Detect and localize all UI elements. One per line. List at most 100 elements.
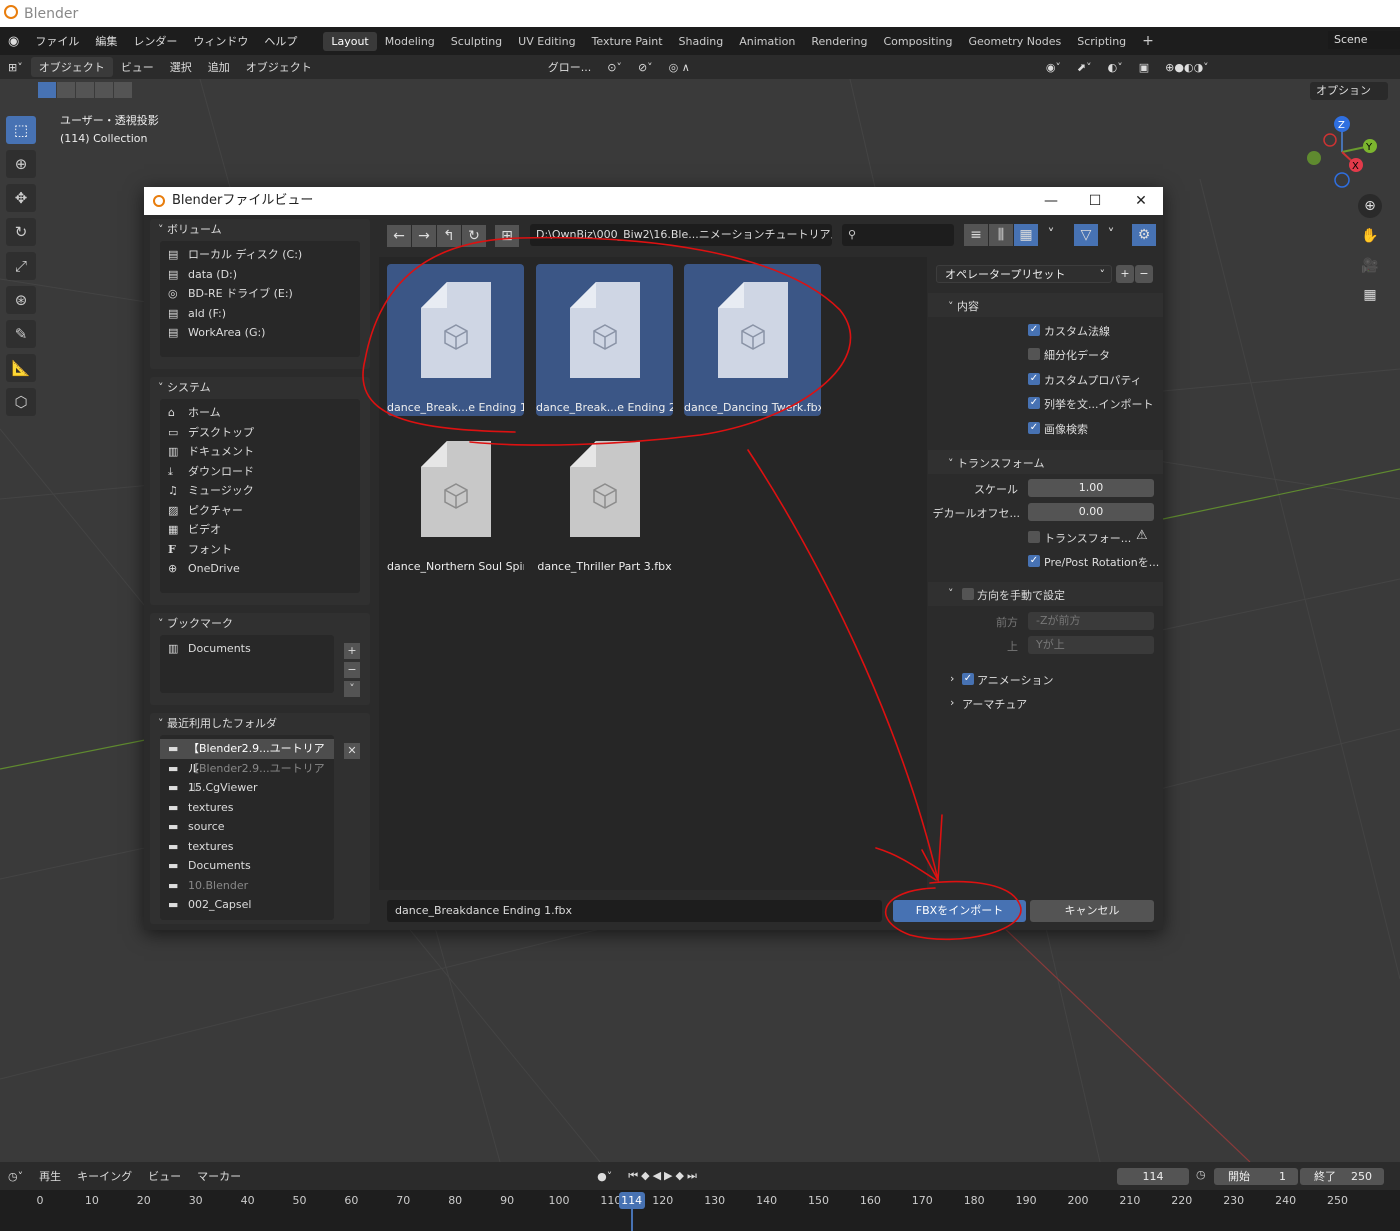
system-header[interactable]: ˅ システム	[150, 377, 370, 399]
clear-recent-button[interactable]: ✕	[344, 743, 360, 759]
menu-window[interactable]: ウィンドウ	[185, 33, 256, 49]
file-item[interactable]: dance_Northern Soul Spin.f...	[387, 423, 524, 575]
armature-section-header[interactable]: › アーマチュア	[928, 691, 1163, 715]
recent-item[interactable]: ▬ 【Blender2.9...ユートリアル	[160, 759, 334, 795]
remove-preset-button[interactable]: −	[1135, 265, 1153, 283]
horizontal-list-icon[interactable]: ⫼	[989, 224, 1013, 246]
tab-modeling[interactable]: Modeling	[377, 32, 443, 51]
scale-field[interactable]: 1.00	[1028, 479, 1154, 497]
custom-normals-row[interactable]: ✓ カスタム法線	[928, 318, 1163, 342]
tab-scripting[interactable]: Scripting	[1069, 32, 1134, 51]
add-preset-button[interactable]: +	[1116, 265, 1134, 283]
blender-menu-icon[interactable]: ◉	[0, 34, 27, 49]
volume-item[interactable]: ▤ WorkArea (G:)	[160, 323, 360, 343]
options-dropdown[interactable]: オプション	[1310, 82, 1388, 100]
remove-bookmark-button[interactable]: −	[344, 662, 360, 678]
close-icon[interactable]: ✕	[1119, 187, 1163, 215]
menu-edit[interactable]: 編集	[87, 33, 125, 49]
transform-section-header[interactable]: ˅ トランスフォーム	[928, 450, 1163, 474]
vertical-list-icon[interactable]: ≡	[964, 224, 988, 246]
timeline-editor-icon[interactable]: ◷˅	[0, 1170, 31, 1183]
system-item[interactable]: ▦ ビデオ	[160, 520, 360, 540]
path-input[interactable]: D:\OwnBiz\000_Biw2\16.Ble...ニメーションチュートリア…	[530, 224, 832, 246]
tab-sculpting[interactable]: Sculpting	[443, 32, 510, 51]
recent-item[interactable]: ▬ textures	[160, 798, 334, 818]
import-fbx-button[interactable]: FBXをインポート	[893, 900, 1026, 922]
checkbox-unchecked-icon[interactable]	[1028, 348, 1040, 360]
stopwatch-icon[interactable]: ◷	[1196, 1168, 1206, 1181]
record-icon[interactable]: ●˅	[589, 1170, 620, 1183]
thumbnail-view-icon[interactable]: ▦	[1014, 224, 1038, 246]
recent-item[interactable]: ▬ 【Blender2.9...ユートリアル	[160, 739, 334, 775]
filter-chevron-icon[interactable]: ˅	[1099, 224, 1123, 246]
volume-item[interactable]: ▤ ローカル ディスク (C:)	[160, 245, 360, 265]
scene-selector[interactable]: Scene	[1328, 31, 1400, 49]
operator-preset-dropdown[interactable]: オペレータープリセット ˅	[936, 265, 1112, 283]
system-item[interactable]: ⤓ ダウンロード	[160, 462, 360, 482]
forward-dropdown[interactable]: -Zが前方	[1028, 612, 1154, 630]
system-item[interactable]: ⌂ ホーム	[160, 403, 360, 423]
checkbox-checked-icon[interactable]: ✓	[962, 673, 974, 685]
navigation-gizmo[interactable]: Z Y X	[1300, 112, 1385, 192]
timeline-menu-marker[interactable]: マーカー	[189, 1168, 249, 1184]
recent-item[interactable]: ▬ textures	[160, 837, 334, 857]
orientation-section-header[interactable]: ˅ 方向を手動で設定	[928, 582, 1163, 606]
tab-layout[interactable]: Layout	[323, 31, 377, 51]
menu-render[interactable]: レンダー	[125, 33, 185, 49]
tab-rendering[interactable]: Rendering	[803, 32, 875, 51]
header-menu-object[interactable]: オブジェクト	[238, 59, 320, 75]
checkbox-checked-icon[interactable]: ✓	[1028, 555, 1040, 567]
maximize-icon[interactable]: ☐	[1073, 187, 1117, 215]
select-new-icon[interactable]	[38, 82, 56, 98]
header-menu-select[interactable]: 選択	[162, 59, 200, 75]
volumes-header[interactable]: ˅ ボリューム	[150, 219, 370, 241]
image-search-row[interactable]: ✓ 画像検索	[928, 416, 1163, 440]
up-dropdown[interactable]: Yが上	[1028, 636, 1154, 654]
system-item[interactable]: ▥ ドキュメント	[160, 442, 360, 462]
zoom-icon[interactable]: ⊕	[1358, 194, 1382, 218]
timeline-menu-playback[interactable]: 再生	[31, 1168, 69, 1184]
system-item[interactable]: ⊕ OneDrive	[160, 559, 360, 579]
recent-item[interactable]: ▬ 15.CgViewer	[160, 778, 334, 798]
xray-icon[interactable]: ▣	[1131, 61, 1157, 74]
measure-tool-icon[interactable]: 📐	[6, 354, 36, 382]
shading-modes-icon[interactable]: ⊕●◐◑˅	[1157, 61, 1217, 74]
header-menu-add[interactable]: 追加	[200, 59, 238, 75]
menu-file[interactable]: ファイル	[27, 33, 87, 49]
camera-icon[interactable]: 🎥	[1358, 254, 1382, 278]
checkbox-unchecked-icon[interactable]	[1028, 531, 1040, 543]
cancel-button[interactable]: キャンセル	[1030, 900, 1154, 922]
recent-item[interactable]: ▬ 10.Blender	[160, 876, 334, 896]
display-settings-chevron-icon[interactable]: ˅	[1039, 224, 1063, 246]
refresh-icon[interactable]: ↻	[462, 225, 486, 247]
recent-header[interactable]: ˅ 最近利用したフォルダ	[150, 713, 370, 735]
custom-props-row[interactable]: ✓ カスタムプロパティ	[928, 367, 1163, 391]
visibility-icon[interactable]: ◉˅	[1038, 61, 1069, 74]
tab-uv-editing[interactable]: UV Editing	[510, 32, 583, 51]
bookmark-item[interactable]: ▥ Documents	[160, 639, 334, 659]
checkbox-checked-icon[interactable]: ✓	[1028, 324, 1040, 336]
recent-item[interactable]: ▬ 002_Capsel	[160, 895, 334, 915]
add-cube-tool-icon[interactable]: ⬡	[6, 388, 36, 416]
playback-controls-icon[interactable]: ⏮◆◀▶◆⏭	[620, 1169, 708, 1183]
enum-import-row[interactable]: ✓ 列挙を文...インポート	[928, 391, 1163, 415]
filter-icon[interactable]: ▽	[1074, 224, 1098, 246]
file-item[interactable]: dance_Break...e Ending 2.fb	[536, 264, 673, 416]
checkbox-checked-icon[interactable]: ✓	[1028, 397, 1040, 409]
system-item[interactable]: ▨ ピクチャー	[160, 501, 360, 521]
bookmark-menu-button[interactable]: ˅	[344, 681, 360, 697]
transform-orientation[interactable]: グロー...	[540, 59, 600, 75]
volume-item[interactable]: ▤ data (D:)	[160, 265, 360, 285]
tab-animation[interactable]: Animation	[731, 32, 803, 51]
scale-tool-icon[interactable]: ⤢	[6, 252, 36, 280]
grid-view-icon[interactable]: ▦	[1358, 283, 1382, 307]
gizmo-icon[interactable]: ⬈˅	[1069, 61, 1100, 74]
filename-input[interactable]: dance_Breakdance Ending 1.fbx	[387, 900, 882, 922]
animation-section-header[interactable]: › ✓ アニメーション	[928, 667, 1163, 691]
tab-compositing[interactable]: Compositing	[876, 32, 961, 51]
snap-icon[interactable]: ⊘˅	[630, 61, 661, 74]
system-item[interactable]: ▭ デスクトップ	[160, 423, 360, 443]
include-section-header[interactable]: ˅ 内容	[928, 293, 1163, 317]
settings-gear-icon[interactable]: ⚙	[1132, 224, 1156, 246]
start-frame-field[interactable]: 開始 1	[1214, 1168, 1298, 1185]
